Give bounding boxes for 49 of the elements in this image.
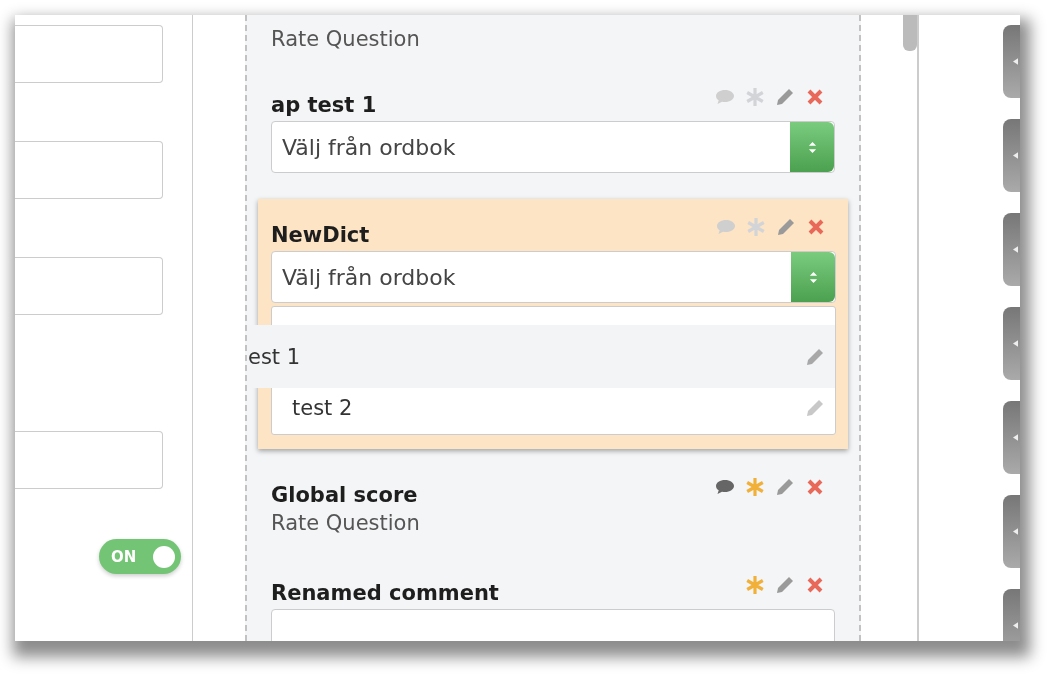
- option-label: test 2: [292, 396, 353, 420]
- input-field[interactable]: [15, 257, 163, 315]
- side-tab[interactable]: [1003, 589, 1020, 641]
- dictionary-select[interactable]: Välj från ordbok: [271, 251, 836, 303]
- edit-icon[interactable]: [805, 398, 825, 418]
- input-field[interactable]: [15, 25, 163, 83]
- comment-icon[interactable]: [715, 479, 735, 495]
- edit-icon[interactable]: [776, 217, 796, 237]
- left-arrow-icon: [1013, 622, 1018, 629]
- question-title: Global score: [271, 483, 418, 507]
- question-title: Renamed comment: [271, 581, 499, 605]
- left-arrow-icon: [1013, 152, 1018, 159]
- left-arrow-icon: [1013, 58, 1018, 65]
- asterisk-star-icon[interactable]: [746, 217, 766, 237]
- input-field[interactable]: [15, 141, 163, 199]
- side-tab[interactable]: [1003, 25, 1020, 98]
- question-type-label: Rate Question: [271, 511, 421, 535]
- asterisk-star-icon[interactable]: [745, 87, 765, 107]
- question-type-label: Rate Question: [271, 27, 421, 51]
- question-title: NewDict: [271, 223, 370, 247]
- option-label: est 1: [248, 344, 301, 369]
- sort-arrows-icon: [807, 140, 817, 154]
- side-tab[interactable]: [1003, 401, 1020, 474]
- dictionary-select[interactable]: Välj från ordbok: [271, 121, 835, 173]
- side-tab[interactable]: [1003, 495, 1020, 568]
- question-title: ap test 1: [271, 93, 377, 117]
- asterisk-star-icon[interactable]: [745, 575, 765, 595]
- dropdown-option[interactable]: test 2: [272, 388, 835, 428]
- left-arrow-icon: [1013, 528, 1018, 535]
- scrollbar-thumb[interactable]: [903, 15, 917, 51]
- edit-icon[interactable]: [775, 87, 795, 107]
- asterisk-star-icon[interactable]: [745, 477, 765, 497]
- side-tab[interactable]: [1003, 307, 1020, 380]
- edit-icon[interactable]: [775, 477, 795, 497]
- delete-icon[interactable]: [806, 217, 826, 237]
- left-arrow-icon: [1013, 434, 1018, 441]
- delete-icon[interactable]: [805, 477, 825, 497]
- dropdown-option[interactable]: est 1: [247, 325, 835, 388]
- left-arrow-icon: [1013, 340, 1018, 347]
- edit-icon[interactable]: [775, 575, 795, 595]
- sort-arrows-icon: [808, 270, 818, 284]
- side-tab[interactable]: [1003, 213, 1020, 286]
- delete-icon[interactable]: [805, 87, 825, 107]
- input-field[interactable]: [15, 431, 163, 489]
- edit-icon[interactable]: [805, 346, 825, 367]
- left-arrow-icon: [1013, 246, 1018, 253]
- delete-icon[interactable]: [805, 575, 825, 595]
- text-field[interactable]: [271, 609, 835, 641]
- side-tab[interactable]: [1003, 119, 1020, 192]
